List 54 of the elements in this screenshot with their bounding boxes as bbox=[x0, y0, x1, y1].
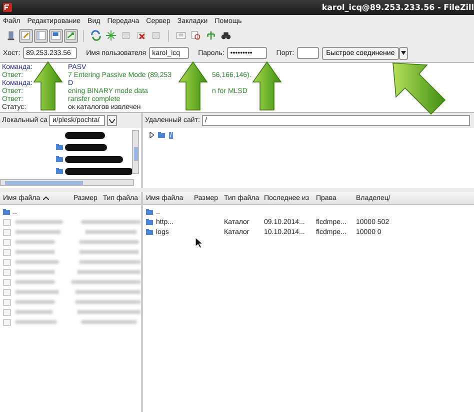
redaction-mark bbox=[65, 168, 133, 174]
folder-icon bbox=[56, 156, 63, 162]
tree-icon bbox=[205, 29, 217, 42]
blurred-text bbox=[15, 220, 63, 224]
app-logo-icon bbox=[3, 3, 12, 12]
folder-icon bbox=[3, 209, 10, 215]
redaction-mark bbox=[65, 144, 107, 150]
window-icon bbox=[50, 29, 62, 42]
toolbar-button[interactable] bbox=[189, 28, 203, 42]
document-icon bbox=[120, 29, 132, 42]
caret-icon bbox=[400, 51, 406, 55]
redaction-mark bbox=[65, 156, 123, 162]
blurred-text bbox=[85, 230, 137, 234]
document-icon bbox=[150, 29, 162, 42]
blurred-text bbox=[15, 230, 61, 234]
annotation-arrow bbox=[178, 61, 208, 111]
mouse-cursor-icon bbox=[195, 237, 203, 248]
blurred-text bbox=[81, 320, 137, 324]
window-icon bbox=[35, 29, 47, 42]
dropdown-button[interactable] bbox=[398, 46, 408, 60]
window-title: karol_icq@89.253.233.56 - FileZill bbox=[322, 3, 474, 12]
refresh-icon bbox=[90, 29, 102, 42]
folder-icon bbox=[146, 229, 153, 235]
redaction-mark bbox=[65, 132, 105, 138]
vertical-scrollbar[interactable] bbox=[132, 130, 139, 174]
blurred-text bbox=[15, 280, 55, 284]
blurred-text bbox=[15, 320, 57, 324]
annotation-arrow bbox=[252, 61, 282, 111]
folder-icon bbox=[146, 209, 153, 215]
folder-icon bbox=[158, 132, 165, 138]
blurred-text bbox=[15, 300, 55, 304]
annotation-arrow bbox=[33, 61, 63, 111]
blurred-text bbox=[79, 250, 139, 254]
blurred-text bbox=[15, 290, 59, 294]
horizontal-scrollbar[interactable] bbox=[0, 179, 134, 186]
annotation-arrow bbox=[392, 62, 446, 116]
blurred-text bbox=[79, 240, 139, 244]
blurred-text bbox=[15, 240, 55, 244]
arrows-icon bbox=[65, 29, 77, 42]
dropdown-button[interactable] bbox=[107, 115, 118, 126]
blurred-text bbox=[15, 310, 53, 314]
sparkle-icon bbox=[105, 29, 117, 42]
blurred-text bbox=[15, 260, 59, 264]
blurred-text bbox=[15, 270, 55, 274]
folder-icon bbox=[56, 168, 63, 174]
port-field[interactable] bbox=[297, 47, 320, 59]
chevron-icon bbox=[109, 118, 116, 122]
list-icon bbox=[175, 29, 187, 42]
folder-icon bbox=[146, 219, 153, 225]
compare-icon bbox=[190, 29, 202, 42]
blurred-text bbox=[15, 250, 55, 254]
folder-icon bbox=[56, 144, 63, 150]
server-icon bbox=[5, 29, 17, 42]
pencil-icon bbox=[20, 29, 32, 42]
